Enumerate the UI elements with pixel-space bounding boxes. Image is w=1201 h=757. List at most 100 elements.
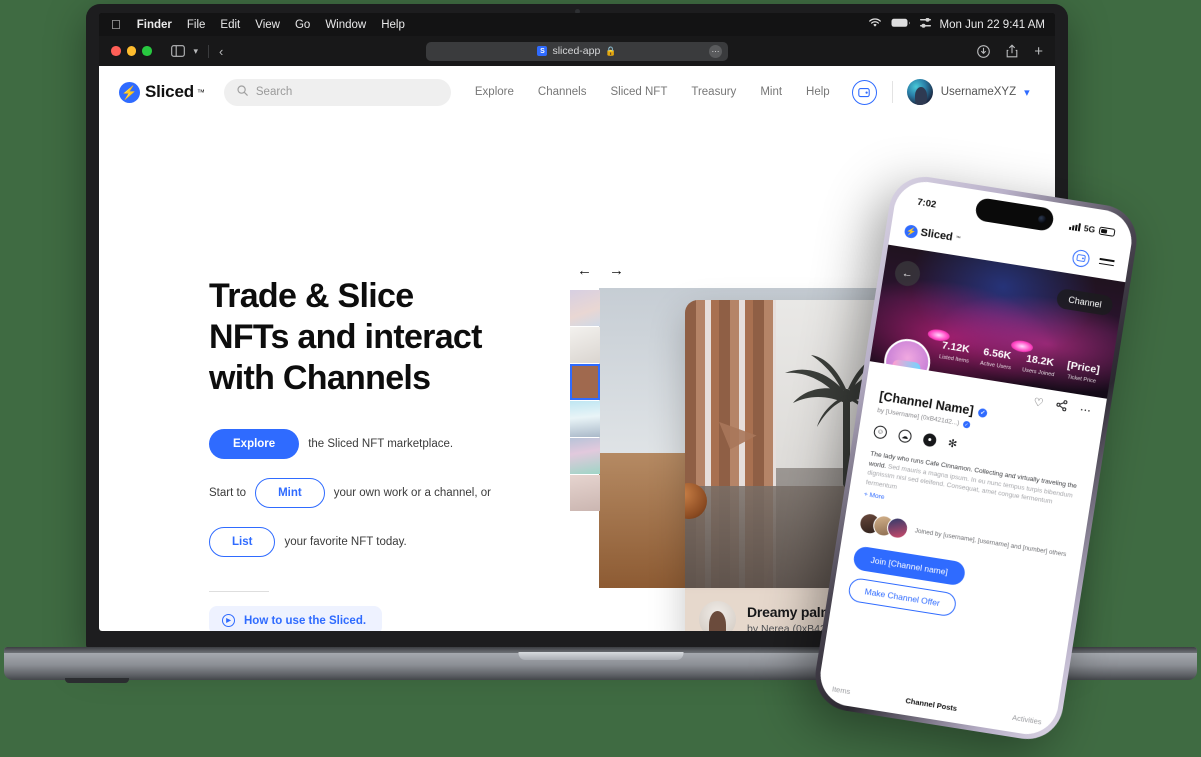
sidebar-icon[interactable] (170, 45, 185, 57)
list-caption: your favorite NFT today. (284, 536, 407, 548)
brand-name: Sliced (145, 82, 194, 101)
user-menu[interactable]: UsernameXYZ ▾ (906, 79, 1030, 105)
nav-link-help[interactable]: Help (806, 86, 830, 98)
nav-link-explore[interactable]: Explore (475, 86, 514, 98)
apple-icon[interactable]:  (111, 18, 121, 31)
cta-row-explore: Explore the Sliced NFT marketplace. (209, 429, 549, 459)
site-favicon-icon: S (537, 46, 548, 56)
menubar-item-help[interactable]: Help (381, 19, 405, 31)
tab-channel-posts[interactable]: Channel Posts (905, 696, 958, 713)
nav-divider (891, 81, 893, 103)
new-tab-icon[interactable]: + (1034, 43, 1043, 60)
carousel-thumbnails (570, 290, 600, 511)
share-icon[interactable] (1055, 399, 1068, 415)
battery-icon[interactable] (891, 18, 911, 31)
address-bar[interactable]: S sliced-app 🔒 ⋯ (426, 41, 728, 61)
carousel-controls: ← → (577, 262, 624, 279)
triangle-shape-2 (711, 421, 757, 456)
discord-icon[interactable]: ☺ (872, 424, 888, 440)
make-channel-offer-button[interactable]: Make Channel Offer (847, 577, 958, 618)
more-icon[interactable]: ⋯ (1079, 403, 1092, 419)
menubar-item-edit[interactable]: Edit (220, 19, 240, 31)
cta-row-mint: Start to Mint your own work or a channel… (209, 478, 549, 508)
thumbnail-2[interactable] (570, 327, 600, 363)
thumbnail-6[interactable] (570, 475, 600, 511)
tab-activities[interactable]: Activities (1012, 713, 1043, 727)
twitter-icon[interactable]: ✻ (947, 437, 958, 451)
nav-link-mint[interactable]: Mint (760, 86, 782, 98)
how-to-use-button[interactable]: ▶ How to use the Sliced. (209, 606, 383, 631)
search-input[interactable]: Search (223, 78, 451, 106)
phone-logo[interactable]: ⚡ Sliced ™ (903, 223, 962, 246)
menubar-item-view[interactable]: View (255, 19, 280, 31)
back-arrow-icon[interactable]: ← (893, 259, 922, 288)
list-button[interactable]: List (209, 527, 276, 557)
thumbnail-5[interactable] (570, 438, 600, 474)
thumbnail-1[interactable] (570, 290, 600, 326)
wallet-icon[interactable] (1071, 248, 1091, 268)
explore-caption: the Sliced NFT marketplace. (308, 438, 454, 450)
explore-button[interactable]: Explore (209, 429, 300, 459)
search-placeholder: Search (255, 86, 293, 98)
trademark-symbol: ™ (196, 87, 205, 97)
member-avatar-3 (885, 516, 910, 541)
chevron-down-icon[interactable]: ▾ (194, 46, 199, 57)
close-window-button[interactable] (111, 46, 121, 56)
laptop-notch (518, 652, 683, 660)
maximize-window-button[interactable] (142, 46, 152, 56)
minimize-window-button[interactable] (126, 46, 136, 56)
nav-link-treasury[interactable]: Treasury (691, 86, 736, 98)
headline-line-1: Trade & Slice (209, 277, 414, 315)
nav-link-sliced-nft[interactable]: Sliced NFT (610, 86, 667, 98)
page-title: Trade & Slice NFTs and interact with Cha… (209, 276, 549, 399)
search-icon (237, 85, 248, 99)
control-center-icon[interactable] (919, 17, 931, 32)
channel-chip-label[interactable]: Channel (1055, 287, 1114, 317)
how-to-use-label: How to use the Sliced. (244, 614, 367, 627)
stat-ticket-price: [Price] Ticket Price (1065, 359, 1100, 384)
wifi-icon[interactable] (868, 18, 882, 31)
trademark-symbol: ™ (955, 235, 961, 242)
wallet-icon[interactable] (851, 79, 877, 105)
chevron-down-icon: ▾ (1024, 86, 1030, 99)
discord-alt-icon[interactable]: ● (922, 432, 938, 448)
more-icon[interactable]: ⋯ (709, 44, 722, 58)
verified-badge-icon: ✓ (977, 407, 989, 418)
menubar-item-go[interactable]: Go (295, 19, 310, 31)
nav-link-channels[interactable]: Channels (538, 86, 587, 98)
menubar-status: Mon Jun 22 9:41 AM (868, 17, 1045, 32)
menubar-item-window[interactable]: Window (325, 19, 366, 31)
menubar-item-file[interactable]: File (187, 19, 206, 31)
joined-by-text: Joined by [username], [username] and [nu… (914, 527, 1067, 559)
phone-status-right: 5G (1068, 221, 1116, 238)
headline-line-2: NFTs and interact (209, 318, 482, 356)
heart-icon[interactable]: ♡ (1032, 395, 1045, 410)
back-arrow-icon[interactable]: ‹ (219, 44, 223, 59)
globe-icon[interactable]: ☁ (897, 428, 913, 444)
mint-button[interactable]: Mint (255, 478, 325, 508)
browser-toolbar: ▾ ‹ S sliced-app 🔒 ⋯ + (99, 36, 1055, 66)
site-logo[interactable]: ⚡ Sliced ™ (119, 81, 205, 103)
hamburger-menu-icon[interactable] (1098, 257, 1115, 267)
thumbnail-3-selected[interactable] (570, 364, 600, 400)
front-camera-icon (1037, 214, 1047, 224)
mint-prefix: Start to (209, 487, 247, 499)
mint-caption: your own work or a channel, or (333, 487, 491, 499)
tab-items[interactable]: Items (831, 684, 851, 696)
share-icon[interactable] (1006, 44, 1018, 58)
primary-navigation: Explore Channels Sliced NFT Treasury Min… (475, 86, 830, 98)
headline-line-3: with Channels (209, 359, 431, 397)
laptop-foot (65, 678, 129, 683)
arrow-right-icon[interactable]: → (609, 262, 624, 279)
battery-icon (1098, 226, 1116, 237)
phone-tab-bar: Items Channel Posts Activities (818, 682, 1056, 728)
download-icon[interactable] (977, 44, 991, 58)
phone-content: ♡ ⋯ [Channel Name] ✓ by [Username] (0xB4… (816, 361, 1107, 739)
phone-nav-actions (1071, 248, 1115, 271)
thumbnail-4[interactable] (570, 401, 600, 437)
stat-users-joined: 18.2K Users Joined (1022, 353, 1057, 378)
arrow-left-icon[interactable]: ← (577, 262, 592, 279)
sliced-bolt-logo-icon: ⚡ (119, 81, 140, 103)
menubar-datetime[interactable]: Mon Jun 22 9:41 AM (940, 19, 1045, 31)
menubar-item-finder[interactable]: Finder (137, 19, 172, 31)
